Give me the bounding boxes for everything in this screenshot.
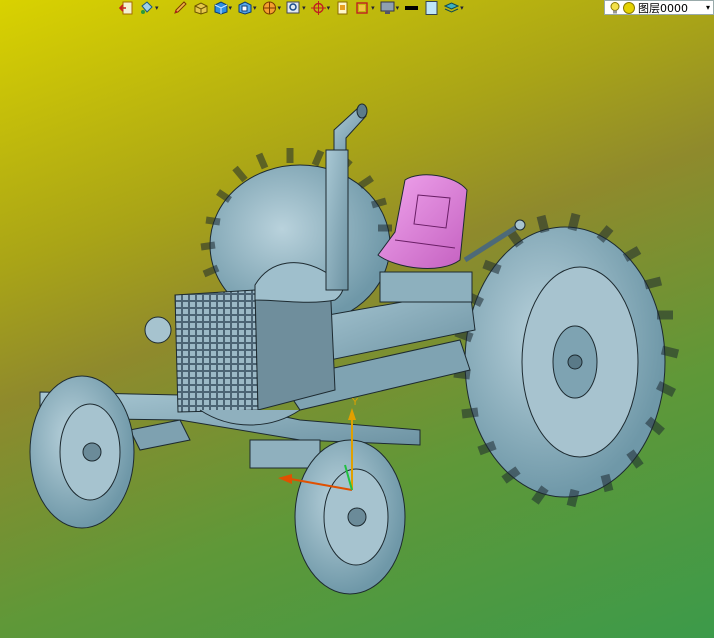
paint-bucket-button[interactable]: ▾ [138,1,160,16]
chevron-down-icon: ▾ [326,3,331,12]
chevron-down-icon: ▾ [277,3,282,12]
frame-button[interactable]: ▾ [354,1,376,16]
sphere-button[interactable]: ▾ [261,1,283,16]
chevron-down-icon: ▾ [253,3,257,12]
color-swatch-button[interactable] [423,1,440,16]
cad-viewport[interactable]: Y [0,0,714,638]
box-open-icon [194,2,208,15]
box-open-button[interactable] [192,1,209,16]
layer-select[interactable]: 图层0000 ▾ [604,0,714,15]
chevron-down-icon: ▾ [228,3,233,12]
cube-icon [214,1,228,15]
layers-button[interactable]: ▾ [443,1,465,16]
tractor-seat [377,174,468,269]
zoom-icon [286,1,300,14]
sphere-icon [262,1,276,15]
document-button[interactable] [334,1,351,16]
monitor-button[interactable]: ▾ [379,1,401,16]
layers-icon [444,2,460,13]
axis-y-label: Y [351,397,359,408]
color-swatch-icon [425,1,438,15]
document-icon [337,1,348,15]
chevron-down-icon: ▾ [155,3,159,12]
lightbulb-icon [610,1,620,13]
chevron-down-icon: ▾ [460,3,464,12]
rear-right-tire [453,212,680,508]
cube-view-icon [238,1,252,15]
frame-icon [356,2,368,14]
line-width-button[interactable] [403,1,420,16]
chevron-down-icon: ▾ [371,3,375,12]
paint-bucket-icon [141,1,153,14]
target-button[interactable]: ▾ [310,1,332,16]
tractor-model[interactable] [29,103,680,595]
target-icon [310,1,326,15]
chevron-down-icon: ▾ [395,3,400,12]
cube-view-button[interactable]: ▾ [236,1,258,16]
exit-button[interactable] [118,1,135,16]
layer-name: 图层0000 [638,1,688,15]
chevron-down-icon: ▾ [302,3,306,12]
pencil-button[interactable] [172,1,189,16]
chevron-down-icon: ▾ [705,3,710,12]
pencil-icon [173,1,187,14]
zoom-button[interactable]: ▾ [285,1,307,16]
line-width-icon [405,6,419,10]
cube-button[interactable]: ▾ [212,1,234,16]
front-right-wheel [294,439,406,595]
front-left-wheel [29,375,135,529]
layer-color-dot [623,1,635,14]
exit-icon [119,1,133,15]
monitor-icon [380,1,395,14]
